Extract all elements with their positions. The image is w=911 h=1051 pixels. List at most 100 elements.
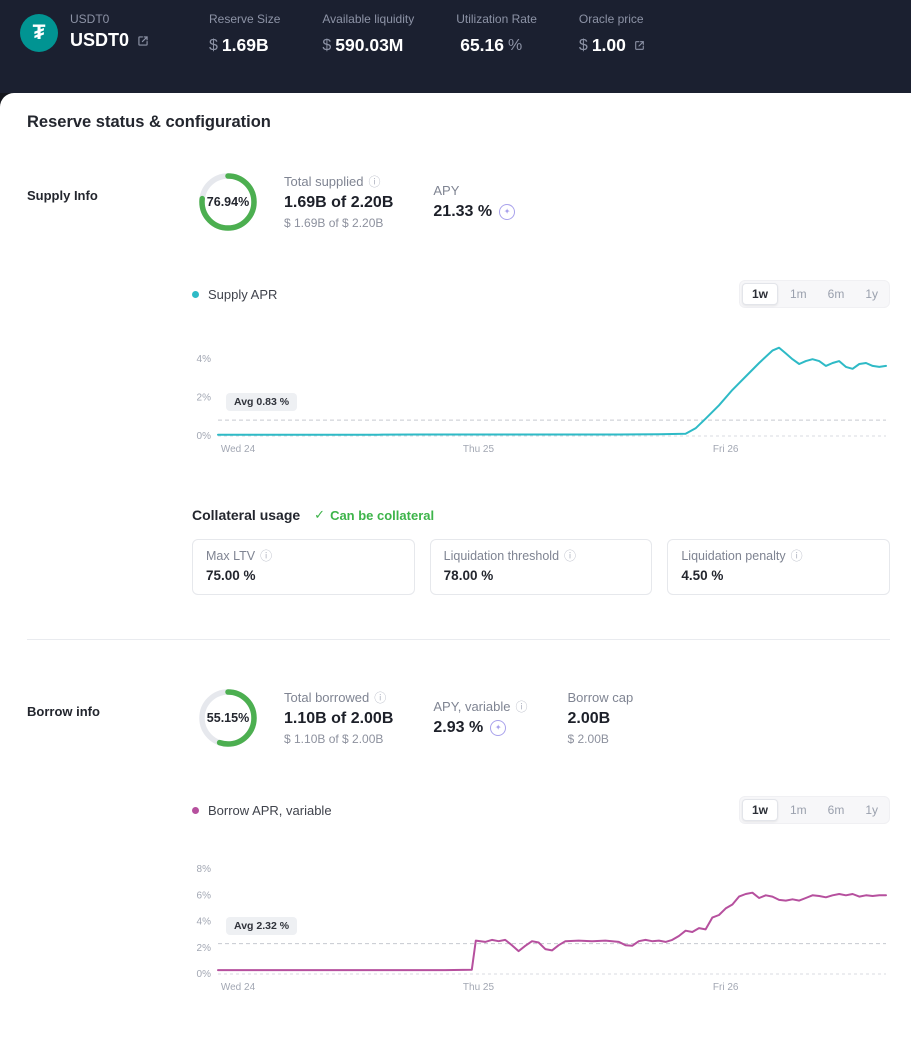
range-button-1m[interactable]: 1m	[781, 284, 816, 304]
info-icon[interactable]: ⓘ	[260, 550, 272, 562]
borrow-section-label: Borrow info	[27, 682, 192, 1001]
oracle-external-link-icon[interactable]	[633, 39, 646, 52]
liquidation-penalty-value: 4.50 %	[681, 568, 876, 583]
max-ltv-label: Max LTV	[206, 549, 255, 563]
stat-value: 590.03M	[335, 35, 403, 56]
stat-value: 65.16	[460, 35, 504, 56]
borrow-range-selector: 1w 1m 6m 1y	[739, 796, 890, 824]
max-ltv-value: 75.00 %	[206, 568, 401, 583]
liquidation-threshold-box: Liquidation threshold ⓘ 78.00 %	[430, 539, 653, 595]
borrow-gauge: 55.15%	[192, 682, 264, 754]
supply-overview: 76.94% Total supplied ⓘ 1.69B of 2.20B $ …	[192, 166, 890, 238]
svg-text:0%: 0%	[197, 969, 212, 980]
info-icon[interactable]: ⓘ	[564, 550, 576, 562]
range-button-6m[interactable]: 6m	[819, 800, 854, 820]
svg-text:Fri 26: Fri 26	[713, 982, 739, 993]
info-icon[interactable]: ⓘ	[515, 701, 527, 713]
token-symbol: USDT0	[70, 30, 129, 51]
liquidation-penalty-label: Liquidation penalty	[681, 549, 785, 563]
range-button-1m[interactable]: 1m	[781, 800, 816, 820]
currency-prefix: $	[579, 37, 588, 55]
stat-value: 1.00	[592, 35, 626, 56]
supply-apy-value: 21.33 %	[433, 203, 492, 221]
svg-text:Thu 25: Thu 25	[463, 444, 495, 455]
supply-apy-block: APY 21.33 % ✦	[433, 183, 515, 221]
supply-section: Supply Info 76.94% Total supplied ⓘ 1.69B…	[27, 166, 890, 595]
token-block: ₮ USDT0 USDT0	[20, 12, 195, 52]
total-supplied-label: Total supplied	[284, 174, 364, 189]
total-supplied-value: 1.69B of 2.20B	[284, 194, 393, 212]
total-supplied-usd: $ 1.69B of $ 2.20B	[284, 216, 393, 230]
stat-label: Reserve Size	[209, 12, 280, 26]
borrow-apr-chart: 0% 2% 4% 6% 8% Wed 24 Thu 25 Fri 26 Avg 2.32 %	[192, 850, 890, 1001]
borrow-section: Borrow info 55.15% Total borrowedⓘ 1.10B…	[27, 682, 890, 1001]
svg-text:Thu 25: Thu 25	[463, 982, 495, 993]
stat-label: Utilization Rate	[456, 12, 537, 26]
total-borrowed-label: Total borrowed	[284, 690, 369, 705]
external-link-icon[interactable]	[136, 34, 150, 48]
borrow-cap-label: Borrow cap	[568, 690, 634, 705]
liquidation-penalty-box: Liquidation penalty ⓘ 4.50 %	[667, 539, 890, 595]
borrow-apr-avg-badge: Avg 2.32 %	[226, 917, 297, 935]
range-button-1y[interactable]: 1y	[856, 284, 887, 304]
reserve-panel: Reserve status & configuration Supply In…	[0, 93, 911, 1051]
section-divider	[27, 639, 890, 640]
svg-text:Wed 24: Wed 24	[221, 982, 256, 993]
range-button-1w[interactable]: 1w	[742, 799, 778, 821]
supply-apr-avg-badge: Avg 0.83 %	[226, 393, 297, 411]
total-supplied-block: Total supplied ⓘ 1.69B of 2.20B $ 1.69B o…	[284, 174, 393, 230]
svg-text:Fri 26: Fri 26	[713, 444, 739, 455]
liquidation-threshold-label: Liquidation threshold	[444, 549, 559, 563]
currency-prefix: $	[322, 37, 331, 55]
stat-oracle-price: Oracle price $1.00	[579, 12, 646, 56]
range-button-1w[interactable]: 1w	[742, 283, 778, 305]
supply-legend-label: Supply APR	[208, 287, 277, 302]
stat-reserve-size: Reserve Size $1.69B	[209, 12, 280, 56]
svg-text:2%: 2%	[197, 393, 212, 404]
supply-apy-label: APY	[433, 183, 459, 198]
total-borrowed-usd: $ 1.10B of $ 2.00B	[284, 732, 393, 746]
check-icon: ✓	[314, 507, 325, 523]
supply-gauge-percent: 76.94%	[192, 166, 264, 238]
can-be-collateral-badge: ✓ Can be collateral	[314, 507, 434, 523]
collateral-boxes: Max LTV ⓘ 75.00 % Liquidation threshold ⓘ …	[192, 539, 890, 595]
borrow-overview: 55.15% Total borrowedⓘ 1.10B of 2.00B $ …	[192, 682, 890, 754]
svg-text:6%: 6%	[197, 890, 212, 901]
borrow-chart-legend: Borrow APR, variable	[192, 803, 332, 818]
supply-range-selector: 1w 1m 6m 1y	[739, 280, 890, 308]
borrow-apy-block: APY, variableⓘ 2.93 %✦	[433, 699, 527, 737]
borrow-gauge-percent: 55.15%	[192, 682, 264, 754]
token-label: USDT0	[70, 12, 150, 26]
borrow-cap-block: Borrow cap 2.00B $ 2.00B	[568, 690, 634, 746]
info-icon[interactable]: ⓘ	[374, 692, 386, 704]
svg-text:Wed 24: Wed 24	[221, 444, 256, 455]
svg-text:2%: 2%	[197, 943, 212, 954]
collateral-usage-header: Collateral usage ✓ Can be collateral	[192, 507, 890, 523]
page-title: Reserve status & configuration	[27, 113, 890, 132]
collateral-usage-title: Collateral usage	[192, 507, 300, 523]
currency-prefix: $	[209, 37, 218, 55]
svg-text:8%: 8%	[197, 864, 212, 875]
merit-incentive-icon[interactable]: ✦	[499, 204, 515, 220]
stat-utilization-rate: Utilization Rate 65.16%	[456, 12, 537, 56]
liquidation-threshold-value: 78.00 %	[444, 568, 639, 583]
max-ltv-box: Max LTV ⓘ 75.00 %	[192, 539, 415, 595]
stat-suffix: %	[508, 37, 522, 55]
borrow-legend-label: Borrow APR, variable	[208, 803, 332, 818]
merit-incentive-icon[interactable]: ✦	[490, 720, 506, 736]
supply-chart-legend: Supply APR	[192, 287, 277, 302]
supply-legend-dot	[192, 291, 199, 298]
borrow-chart-header: Borrow APR, variable 1w 1m 6m 1y	[192, 796, 890, 824]
stat-label: Available liquidity	[322, 12, 414, 26]
borrow-cap-value: 2.00B	[568, 710, 634, 728]
range-button-6m[interactable]: 6m	[819, 284, 854, 304]
total-borrowed-block: Total borrowedⓘ 1.10B of 2.00B $ 1.10B o…	[284, 690, 393, 746]
range-button-1y[interactable]: 1y	[856, 800, 887, 820]
stat-available-liquidity: Available liquidity $590.03M	[322, 12, 414, 56]
borrow-apy-label: APY, variable	[433, 699, 510, 714]
info-icon[interactable]: ⓘ	[791, 550, 803, 562]
svg-text:4%: 4%	[197, 917, 212, 928]
supply-section-label: Supply Info	[27, 166, 192, 595]
token-names: USDT0 USDT0	[70, 12, 150, 51]
info-icon[interactable]: ⓘ	[369, 176, 381, 188]
